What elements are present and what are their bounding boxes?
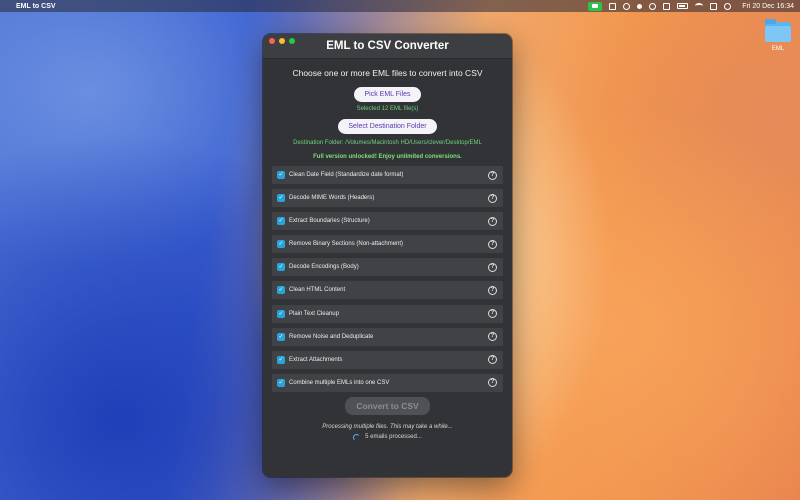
- help-icon[interactable]: ?: [488, 239, 497, 249]
- status-icon-3[interactable]: [637, 3, 643, 9]
- option-label: Clean Date Field (Standardize date forma…: [289, 172, 404, 178]
- help-icon[interactable]: ?: [488, 170, 497, 180]
- window-titlebar[interactable]: EML to CSV Converter: [263, 34, 512, 59]
- option-label: Extract Attachments: [289, 356, 343, 363]
- progress-status: 5 emails processed...: [272, 433, 503, 441]
- option-checkbox[interactable]: ✓: [277, 378, 285, 387]
- option-checkbox[interactable]: ✓: [277, 217, 285, 226]
- option-row[interactable]: ✓ Extract Attachments?: [272, 350, 503, 369]
- help-icon[interactable]: ?: [488, 332, 497, 342]
- selected-files-text: Selected 12 EML file(s): [356, 106, 419, 112]
- instructions-text: Choose one or more EML files to convert …: [292, 68, 483, 78]
- menu-bar-status-area: Fri 20 Dec 16:34: [588, 1, 794, 11]
- option-row[interactable]: ✓ Decode MIME Words (Headers)?: [272, 189, 503, 208]
- option-checkbox[interactable]: ✓: [277, 194, 285, 203]
- help-icon[interactable]: ?: [488, 216, 497, 226]
- option-row[interactable]: ✓ Remove Binary Sections (Non-attachment)…: [272, 235, 503, 254]
- option-label: Decode MIME Words (Headers): [289, 195, 375, 202]
- option-label: Decode Encodings (Body): [289, 264, 359, 271]
- menu-bar: EML to CSV Fri 20 Dec 16:34: [0, 0, 800, 12]
- window-title: EML to CSV Converter: [326, 40, 449, 52]
- help-icon[interactable]: ?: [488, 193, 497, 203]
- control-center-icon[interactable]: [710, 2, 718, 10]
- option-label: Remove Binary Sections (Non-attachment): [289, 241, 404, 248]
- help-icon[interactable]: ?: [488, 285, 497, 295]
- status-text: 5 emails processed...: [365, 434, 422, 441]
- spinner-icon: [353, 433, 361, 441]
- option-label: Remove Noise and Deduplicate: [289, 333, 374, 340]
- folder-label: EML: [771, 46, 785, 52]
- folder-icon: [765, 19, 791, 42]
- facetime-icon[interactable]: [588, 1, 603, 11]
- window-content: Choose one or more EML files to convert …: [263, 68, 512, 441]
- option-row[interactable]: ✓ Clean HTML Content?: [272, 281, 503, 300]
- status-icon-2[interactable]: [623, 2, 631, 10]
- help-icon[interactable]: ?: [488, 262, 497, 272]
- option-row[interactable]: ✓ Decode Encodings (Body)?: [272, 258, 503, 277]
- help-icon[interactable]: ?: [488, 378, 497, 388]
- siri-icon[interactable]: [724, 2, 732, 10]
- option-row[interactable]: ✓ Remove Noise and Deduplicate?: [272, 327, 503, 346]
- destination-folder-text: Destination Folder: /Volumes/Macintosh H…: [293, 140, 482, 146]
- option-checkbox[interactable]: ✓: [277, 355, 285, 364]
- status-icon-5[interactable]: [663, 2, 671, 10]
- battery-icon[interactable]: [677, 3, 689, 9]
- option-checkbox[interactable]: ✓: [277, 286, 285, 295]
- unlock-message: Full version unlocked! Enjoy unlimited c…: [313, 154, 462, 160]
- option-label: Clean HTML Content: [289, 287, 346, 294]
- select-destination-button[interactable]: Select Destination Folder: [338, 119, 437, 134]
- convert-to-csv-button[interactable]: Convert to CSV: [345, 396, 430, 415]
- options-list: ✓ Clean Date Field (Standardize date form…: [272, 166, 503, 392]
- status-icon-1[interactable]: [609, 2, 617, 10]
- wifi-icon[interactable]: [695, 3, 704, 9]
- desktop-folder-eml[interactable]: EML: [760, 19, 796, 52]
- help-icon[interactable]: ?: [488, 355, 497, 365]
- option-checkbox[interactable]: ✓: [277, 332, 285, 341]
- option-row[interactable]: ✓ Extract Boundaries (Structure)?: [272, 212, 503, 231]
- pick-eml-files-button[interactable]: Pick EML Files: [354, 87, 421, 102]
- option-label: Combine multiple EMLs into one CSV: [289, 379, 390, 386]
- menu-clock[interactable]: Fri 20 Dec 16:34: [742, 3, 794, 10]
- app-window: EML to CSV Converter Choose one or more …: [263, 34, 512, 477]
- option-checkbox[interactable]: ✓: [277, 309, 285, 318]
- option-row[interactable]: ✓ Clean Date Field (Standardize date form…: [272, 166, 503, 184]
- option-label: Extract Boundaries (Structure): [289, 218, 370, 225]
- option-row[interactable]: ✓ Plain Text Cleanup?: [272, 304, 503, 323]
- option-checkbox[interactable]: ✓: [277, 171, 285, 179]
- status-icon-4[interactable]: [649, 2, 657, 10]
- option-checkbox[interactable]: ✓: [277, 263, 285, 272]
- option-label: Plain Text Cleanup: [289, 310, 339, 317]
- option-checkbox[interactable]: ✓: [277, 240, 285, 249]
- processing-text: Processing multiple files. This may take…: [322, 423, 453, 430]
- option-row[interactable]: ✓ Combine multiple EMLs into one CSV?: [272, 373, 503, 392]
- menu-app-name[interactable]: EML to CSV: [16, 3, 56, 10]
- help-icon[interactable]: ?: [488, 309, 497, 319]
